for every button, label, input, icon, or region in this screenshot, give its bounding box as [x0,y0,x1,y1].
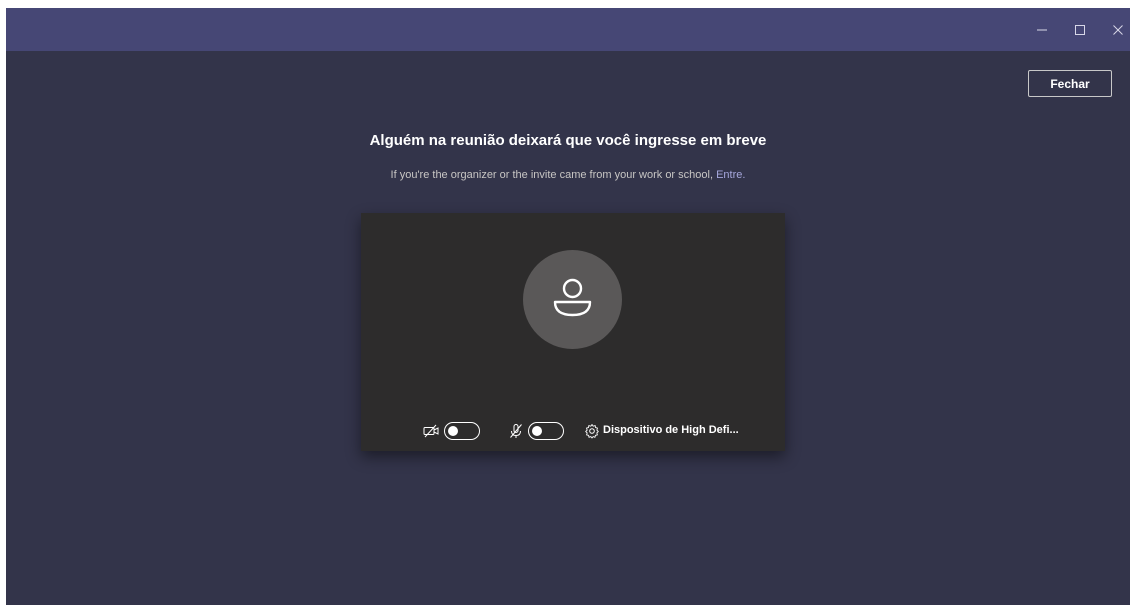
microphone-toggle-knob [532,425,542,436]
minimize-icon[interactable] [1032,20,1052,40]
device-controls: Dispositivo de High Defi... [361,420,785,442]
camera-toggle-knob [448,425,458,436]
organizer-hint-text: If you're the organizer or the invite ca… [390,169,714,181]
fechar-button[interactable]: Fechar [1028,70,1112,97]
camera-toggle[interactable] [444,422,480,440]
camera-off-icon [423,424,439,438]
maximize-icon[interactable] [1070,20,1090,40]
close-icon[interactable] [1108,20,1128,40]
avatar [523,250,622,349]
gear-icon[interactable] [584,423,600,439]
person-icon [553,278,592,317]
device-settings-label[interactable]: Dispositivo de High Defi... [603,424,739,436]
video-preview-panel: Dispositivo de High Defi... [361,213,785,451]
organizer-hint: If you're the organizer or the invite ca… [6,169,1130,181]
title-bar [6,8,1130,51]
mic-off-icon [510,424,522,438]
microphone-toggle[interactable] [528,422,564,440]
teams-window: Fechar Alguém na reunião deixará que voc… [6,8,1130,605]
sign-in-link[interactable]: Entre. [716,169,745,181]
page-title: Alguém na reunião deixará que você ingre… [369,132,767,149]
